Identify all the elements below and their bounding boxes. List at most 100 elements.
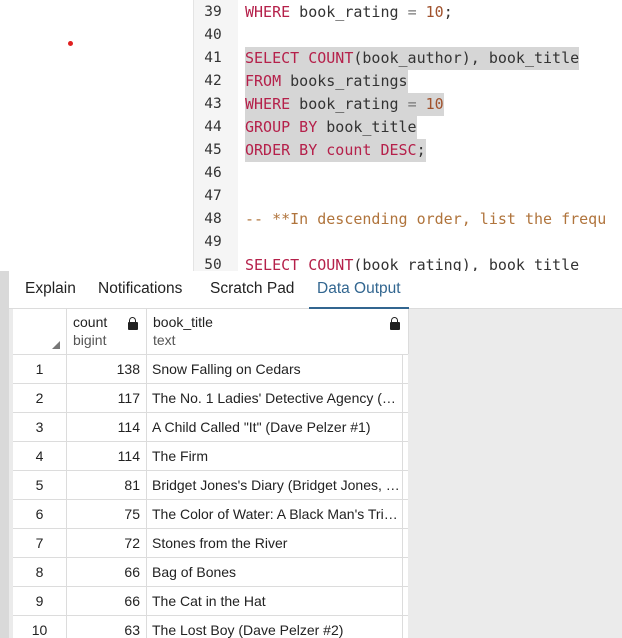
line-number: 42 — [204, 73, 222, 89]
code-token: count DESC — [326, 141, 417, 159]
table-row[interactable]: 7 72 Stones from the River — [13, 529, 408, 558]
book-title-cell[interactable]: The No. 1 Ladies' Detective Agency (No..… — [146, 384, 403, 412]
code-line[interactable]: 48 -- **In descending order, list the fre… — [193, 208, 622, 231]
row-number[interactable]: 4 — [13, 442, 67, 470]
code-line[interactable]: 50 SELECT COUNT(book_rating), book_title — [193, 254, 622, 271]
book-title-cell[interactable]: The Color of Water: A Black Man's Tribut… — [146, 500, 403, 528]
result-table: count bigint book_title text 1 138 Snow Fa… — [13, 309, 409, 638]
table-row[interactable]: 9 66 The Cat in the Hat — [13, 587, 408, 616]
line-number: 41 — [204, 50, 222, 66]
code-token: 10 — [425, 3, 444, 21]
sql-editor[interactable]: 39 WHERE book_rating = 10; 40 41 SELECT COUN… — [0, 0, 622, 271]
table-row[interactable]: 3 114 A Child Called "It" (Dave Pelzer #1) — [13, 413, 408, 442]
code-line[interactable]: 42 FROM books_ratings — [193, 70, 622, 93]
column-header-count[interactable]: count bigint — [66, 309, 147, 354]
column-name: book_title — [153, 314, 213, 330]
code-token: book_rating — [290, 3, 408, 21]
line-number: 46 — [204, 165, 222, 181]
count-cell[interactable]: 81 — [66, 471, 147, 499]
count-cell[interactable]: 75 — [66, 500, 147, 528]
row-number[interactable]: 1 — [13, 355, 67, 383]
count-cell[interactable]: 138 — [66, 355, 147, 383]
column-header-book-title[interactable]: book_title text — [146, 309, 409, 354]
code-token: ; — [443, 3, 453, 21]
line-number: 44 — [204, 119, 222, 135]
lock-icon — [128, 317, 138, 330]
row-number[interactable]: 3 — [13, 413, 67, 441]
book-title-cell[interactable]: Bridget Jones's Diary (Bridget Jones, #1… — [146, 471, 403, 499]
count-cell[interactable]: 114 — [66, 413, 147, 441]
column-type: bigint — [73, 332, 107, 348]
code-line[interactable]: 44 GROUP BY book_title — [193, 116, 622, 139]
book-title-cell[interactable]: Bag of Bones — [146, 558, 403, 586]
table-row[interactable]: 2 117 The No. 1 Ladies' Detective Agency (… — [13, 384, 408, 413]
table-row[interactable]: 10 63 The Lost Boy (Dave Pelzer #2) — [13, 616, 408, 638]
count-cell[interactable]: 63 — [66, 616, 147, 638]
book-title-cell[interactable]: Stones from the River — [146, 529, 403, 557]
table-row[interactable]: 6 75 The Color of Water: A Black Man's Tri… — [13, 500, 408, 529]
line-number: 45 — [204, 142, 222, 158]
row-number[interactable]: 7 — [13, 529, 67, 557]
row-number[interactable]: 10 — [13, 616, 67, 638]
code-line[interactable]: 47 — [193, 185, 622, 208]
line-number: 43 — [204, 96, 222, 112]
code-token: SELECT COUNT — [245, 49, 354, 67]
code-token: book_title — [317, 118, 417, 136]
line-number: 39 — [204, 4, 222, 20]
code-line[interactable]: 39 WHERE book_rating = 10; — [193, 1, 622, 24]
table-header: count bigint book_title text — [13, 309, 409, 355]
tab-explain[interactable]: Explain — [25, 271, 76, 307]
cursor-marker — [68, 41, 73, 46]
code-text: -- **In descending order, list the frequ — [245, 208, 606, 231]
row-number[interactable]: 5 — [13, 471, 67, 499]
result-tabs: Explain Notifications Scratch Pad Data O… — [9, 271, 622, 309]
code-text: WHERE book_rating = 10 — [245, 93, 444, 116]
code-line[interactable]: 40 — [193, 24, 622, 47]
code-token: = — [407, 95, 417, 113]
code-token: ; — [416, 141, 426, 159]
code-token: = — [407, 3, 417, 21]
count-cell[interactable]: 66 — [66, 558, 147, 586]
code-token: GROUP BY — [245, 118, 318, 136]
tab-data-output[interactable]: Data Output — [309, 271, 409, 309]
code-text: FROM books_ratings — [245, 70, 408, 93]
table-row[interactable]: 4 114 The Firm — [13, 442, 408, 471]
tab-notifications[interactable]: Notifications — [98, 271, 182, 307]
data-output-grid: count bigint book_title text 1 138 Snow Fa… — [9, 309, 622, 638]
code-token: ORDER BY — [245, 141, 318, 159]
book-title-cell[interactable]: A Child Called "It" (Dave Pelzer #1) — [146, 413, 403, 441]
line-number: 49 — [204, 234, 222, 250]
select-all-icon[interactable] — [52, 341, 60, 349]
count-cell[interactable]: 114 — [66, 442, 147, 470]
book-title-cell[interactable]: The Lost Boy (Dave Pelzer #2) — [146, 616, 403, 638]
row-number[interactable]: 6 — [13, 500, 67, 528]
row-number-header[interactable] — [13, 309, 67, 354]
code-line[interactable]: 41 SELECT COUNT(book_author), book_title — [193, 47, 622, 70]
table-row[interactable]: 8 66 Bag of Bones — [13, 558, 408, 587]
count-cell[interactable]: 72 — [66, 529, 147, 557]
book-title-cell[interactable]: The Firm — [146, 442, 403, 470]
code-token: 10 — [425, 95, 444, 113]
code-line[interactable]: 46 — [193, 162, 622, 185]
line-number: 40 — [204, 27, 222, 43]
table-row[interactable]: 5 81 Bridget Jones's Diary (Bridget Jones,… — [13, 471, 408, 500]
code-line[interactable]: 45 ORDER BY count DESC; — [193, 139, 622, 162]
column-name: count — [73, 314, 108, 330]
code-text: ORDER BY count DESC; — [245, 139, 426, 162]
count-cell[interactable]: 117 — [66, 384, 147, 412]
book-title-cell[interactable]: Snow Falling on Cedars — [146, 355, 403, 383]
column-type: text — [153, 332, 176, 348]
tab-scratch-pad[interactable]: Scratch Pad — [210, 271, 294, 307]
count-cell[interactable]: 66 — [66, 587, 147, 615]
code-text: GROUP BY book_title — [245, 116, 417, 139]
book-title-cell[interactable]: The Cat in the Hat — [146, 587, 403, 615]
row-number[interactable]: 8 — [13, 558, 67, 586]
table-body: 1 138 Snow Falling on Cedars 2 117 The No. 1 … — [13, 355, 408, 638]
row-number[interactable]: 2 — [13, 384, 67, 412]
table-row[interactable]: 1 138 Snow Falling on Cedars — [13, 355, 408, 384]
code-line[interactable]: 49 — [193, 231, 622, 254]
row-number[interactable]: 9 — [13, 587, 67, 615]
code-line[interactable]: 43 WHERE book_rating = 10 — [193, 93, 622, 116]
